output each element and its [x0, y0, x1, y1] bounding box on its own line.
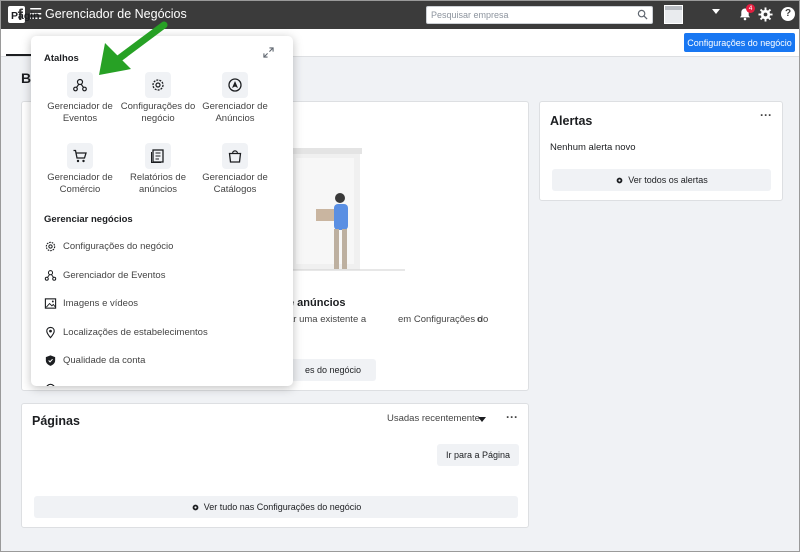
- menu-item-account-quality[interactable]: Qualidade da conta: [44, 351, 145, 369]
- business-settings-button[interactable]: Configurações do negócio: [684, 33, 795, 52]
- generic-icon: [46, 383, 55, 386]
- settings-gear-icon[interactable]: [758, 7, 773, 22]
- events-manager-icon: [73, 78, 87, 92]
- go-to-page-button[interactable]: Ir para a Página: [437, 444, 519, 466]
- recent-filter-label[interactable]: Usadas recentemente: [387, 413, 480, 424]
- chevron-down-icon[interactable]: [478, 417, 486, 422]
- shortcut-label: Relatórios de anúncios: [130, 172, 186, 195]
- gear-icon: [192, 504, 199, 510]
- menu-item-business-settings[interactable]: Configurações do negócio: [44, 237, 173, 255]
- alerts-title: Alertas: [550, 114, 593, 128]
- notification-badge: 4: [746, 4, 755, 13]
- search-input[interactable]: [431, 8, 631, 22]
- image-icon: [44, 297, 57, 309]
- shortcut-catalog-manager[interactable]: Gerenciador de Catálogos: [195, 143, 275, 196]
- menu-item-label: Configurações do negócio: [63, 240, 174, 252]
- shortcut-label: Gerenciador de Comércio: [47, 172, 113, 195]
- pages-more-icon[interactable]: ···: [506, 410, 518, 424]
- search-box[interactable]: [426, 6, 653, 24]
- main-card-description: ar uma existente a: [288, 314, 367, 325]
- location-pin-icon: [46, 326, 55, 338]
- ads-reports-icon: [151, 149, 164, 163]
- menu-item-images-videos[interactable]: Imagens e vídeos: [44, 294, 138, 312]
- events-icon: [44, 269, 57, 281]
- shortcut-ads-reports[interactable]: Relatórios de anúncios: [118, 143, 198, 196]
- commerce-cart-icon: [73, 149, 87, 163]
- menu-item-label: Imagens e vídeos: [63, 297, 138, 309]
- menu-item-label: Qualidade da conta: [63, 354, 146, 366]
- page-title: B: [21, 70, 32, 86]
- pages-title: Páginas: [32, 414, 80, 428]
- see-all-settings-label: Ver tudo nas Configurações do negócio: [203, 502, 362, 512]
- menu-item-business-locations[interactable]: Localizações de estabelecimentos: [44, 323, 208, 341]
- app-window: f ☰ Gerenciador de Negócios 4: [0, 0, 800, 552]
- help-icon[interactable]: ?: [781, 7, 795, 21]
- shortcut-commerce-manager[interactable]: Gerenciador de Comércio: [40, 143, 120, 196]
- menu-item-partial-cut-off[interactable]: [44, 379, 57, 386]
- account-dropdown-icon[interactable]: [712, 9, 720, 14]
- alerts-more-icon[interactable]: ···: [760, 108, 772, 122]
- business-avatar[interactable]: [664, 5, 683, 24]
- see-all-settings-button[interactable]: Ver tudo nas Configurações do negócio: [34, 496, 518, 518]
- shield-icon: [45, 354, 56, 366]
- person-with-box-illustration: [290, 148, 405, 271]
- main-card-settings-button-label: es do negócio: [304, 365, 362, 375]
- see-all-alerts-label: Ver todos os alertas: [628, 175, 708, 185]
- shortcut-label: Gerenciador de Eventos: [47, 101, 113, 124]
- green-pointer-arrow-icon: [99, 21, 168, 75]
- ads-manager-icon: [228, 78, 242, 92]
- menu-item-label: Localizações de estabelecimentos: [63, 326, 208, 338]
- shortcut-label: Gerenciador de Catálogos: [202, 172, 268, 195]
- catalog-bag-icon: [228, 150, 242, 163]
- shortcut-label: Gerenciador de Anúncios: [202, 101, 268, 124]
- main-card-description-3: o: [477, 314, 483, 325]
- menu-item-events-manager[interactable]: Gerenciador de Eventos: [44, 266, 165, 284]
- shortcuts-heading: Atalhos: [44, 53, 79, 64]
- pages-card: Páginas Usadas recentemente ··· Ir para …: [21, 403, 529, 528]
- gear-icon: [45, 241, 56, 251]
- navigation-popup: Atalhos Gerenciador de Eventos Configura…: [31, 36, 293, 386]
- search-icon[interactable]: [637, 9, 648, 20]
- tab-pages[interactable]: Págin: [11, 10, 40, 22]
- shortcut-label: Configurações do negócio: [120, 101, 196, 124]
- shortcut-ads-manager[interactable]: Gerenciador de Anúncios: [195, 72, 275, 125]
- alerts-empty-text: Nenhum alerta novo: [550, 142, 636, 153]
- see-all-alerts-button[interactable]: Ver todos os alertas: [552, 169, 771, 191]
- expand-icon[interactable]: [263, 47, 274, 58]
- alerts-card: Alertas ··· Nenhum alerta novo Ver todos…: [539, 101, 783, 201]
- manage-business-heading: Gerenciar negócios: [44, 214, 133, 225]
- menu-item-label: Gerenciador de Eventos: [63, 269, 166, 281]
- gear-icon: [616, 177, 623, 183]
- main-card-description-2: em Configurações do: [398, 314, 489, 325]
- main-card-settings-button[interactable]: es do negócio: [290, 359, 376, 381]
- main-card-subtitle: e anúncios: [288, 297, 346, 309]
